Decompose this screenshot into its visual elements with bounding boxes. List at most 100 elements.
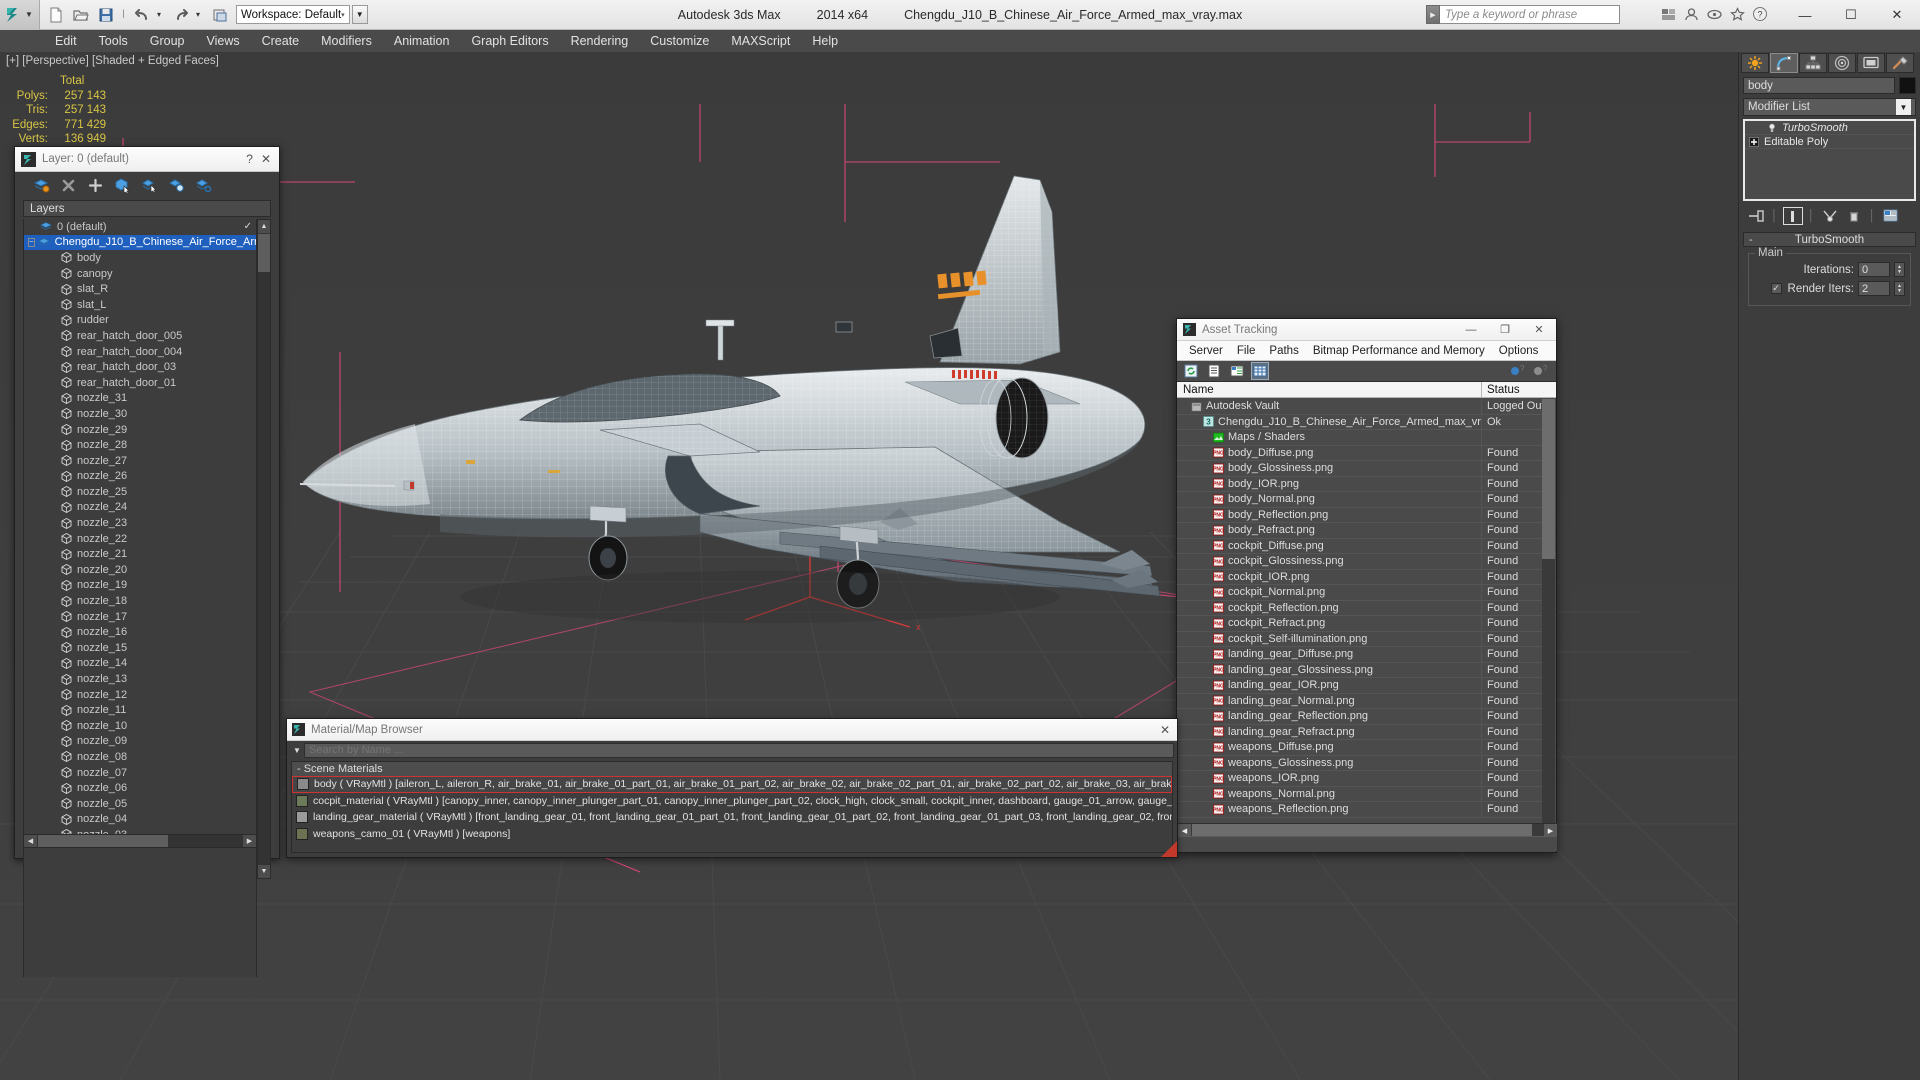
layer-object-row[interactable]: nozzle_10 xyxy=(24,718,256,734)
sign-in-icon[interactable] xyxy=(1681,4,1701,24)
asset-row-name[interactable]: PNG cockpit_Reflection.png xyxy=(1177,600,1482,616)
asset-row[interactable]: PNG weapons_Diffuse.png Found xyxy=(1177,739,1556,756)
new-file-button[interactable] xyxy=(45,4,67,26)
layer-object-row[interactable]: nozzle_25 xyxy=(24,484,256,500)
material-browser-close-button[interactable]: ✕ xyxy=(1160,723,1177,737)
asset-row-name[interactable]: Autodesk Vault xyxy=(1177,399,1482,414)
layer-object-row[interactable]: rudder xyxy=(24,313,256,329)
asset-row-name[interactable]: PNG landing_gear_Glossiness.png xyxy=(1177,662,1482,678)
asset-row[interactable]: Maps / Shaders xyxy=(1177,429,1556,446)
motion-tab[interactable] xyxy=(1828,53,1856,73)
project-folder-button[interactable] xyxy=(209,4,231,26)
layer-list[interactable]: 0 (default) ✓ − Chengdu_J10_B_Chinese_Air_F… xyxy=(23,219,257,977)
asset-row-name[interactable]: PNG weapons_Reflection.png xyxy=(1177,801,1482,817)
layer-object-row[interactable]: nozzle_09 xyxy=(24,734,256,750)
asset-row-name[interactable]: PNG cockpit_Refract.png xyxy=(1177,615,1482,631)
asset-row[interactable]: PNG weapons_Normal.png Found xyxy=(1177,786,1556,802)
asset-menu-paths[interactable]: Paths xyxy=(1262,344,1305,358)
delete-layer-icon[interactable] xyxy=(60,177,77,194)
material-list[interactable]: - Scene Materials body ( VRayMtl ) [aile… xyxy=(291,761,1173,853)
help-icon[interactable]: ? xyxy=(1750,4,1770,24)
search-dropdown-icon[interactable]: ▶ xyxy=(1426,5,1440,24)
material-row[interactable]: body ( VRayMtl ) [aileron_L, aileron_R, … xyxy=(292,776,1172,793)
layer-object-row[interactable]: nozzle_05 xyxy=(24,796,256,812)
add-server-icon[interactable]: ? xyxy=(1509,363,1525,379)
command-panel[interactable]: body Modifier List ▼ TurboSmooth Editable… xyxy=(1738,52,1920,1080)
create-tab[interactable] xyxy=(1741,53,1769,73)
layer-manager-dialog[interactable]: Layer: 0 (default) ? ✕ Layers 0 (default… xyxy=(14,146,280,977)
hierarchy-tab[interactable] xyxy=(1799,53,1827,73)
scroll-left-arrow-icon[interactable]: ◀ xyxy=(24,835,37,847)
menu-item-views[interactable]: Views xyxy=(195,32,250,50)
pin-stack-icon[interactable] xyxy=(1747,208,1765,224)
asset-row[interactable]: PNG landing_gear_Diffuse.png Found xyxy=(1177,646,1556,663)
layer-object-row[interactable]: nozzle_16 xyxy=(24,624,256,640)
layer-row[interactable]: 0 (default) ✓ xyxy=(24,219,256,235)
asset-row-name[interactable]: PNG landing_gear_Refract.png xyxy=(1177,724,1482,740)
material-row[interactable]: weapons_camo_01 ( VRayMtl ) [weapons] xyxy=(292,826,1172,843)
detail-view-icon[interactable] xyxy=(1229,363,1245,379)
asset-row[interactable]: 3 Chengdu_J10_B_Chinese_Air_Force_Armed_m… xyxy=(1177,414,1556,430)
object-color-swatch[interactable] xyxy=(1899,77,1916,94)
layer-list-horizontal-scrollbar[interactable]: ◀ ▶ xyxy=(23,834,257,848)
asset-vertical-scrollbar[interactable] xyxy=(1542,399,1555,839)
menu-item-maxscript[interactable]: MAXScript xyxy=(720,32,801,50)
asset-row[interactable]: PNG cockpit_Glossiness.png Found xyxy=(1177,553,1556,570)
layer-object-row[interactable]: body xyxy=(24,250,256,266)
menu-item-rendering[interactable]: Rendering xyxy=(560,32,640,50)
modifier-stack[interactable]: TurboSmooth Editable Poly xyxy=(1743,119,1916,201)
save-file-button[interactable] xyxy=(95,4,117,26)
undo-dropdown-icon[interactable]: ▾ xyxy=(157,10,167,19)
layer-dialog-close-button[interactable]: ✕ xyxy=(261,152,273,166)
menu-item-graph-editors[interactable]: Graph Editors xyxy=(460,32,559,50)
resize-grip[interactable] xyxy=(1161,841,1177,857)
asset-row-name[interactable]: Maps / Shaders xyxy=(1177,429,1482,445)
search-box[interactable]: ▶ Type a keyword or phrase xyxy=(1426,5,1620,24)
layer-object-row[interactable]: nozzle_20 xyxy=(24,562,256,578)
asset-row[interactable]: PNG landing_gear_IOR.png Found xyxy=(1177,677,1556,694)
layer-object-row[interactable]: slat_R xyxy=(24,281,256,297)
add-selection-to-layer-icon[interactable] xyxy=(87,177,104,194)
layer-object-row[interactable]: nozzle_07 xyxy=(24,765,256,781)
scroll-down-arrow-icon[interactable]: ▼ xyxy=(258,865,270,878)
asset-row[interactable]: PNG cockpit_Reflection.png Found xyxy=(1177,600,1556,616)
asset-row[interactable]: PNG landing_gear_Refract.png Found xyxy=(1177,724,1556,740)
layer-object-row[interactable]: nozzle_15 xyxy=(24,640,256,656)
asset-row[interactable]: PNG body_Glossiness.png Found xyxy=(1177,460,1556,477)
show-end-result-icon[interactable] xyxy=(1782,207,1803,225)
layer-properties-icon[interactable] xyxy=(195,177,212,194)
asset-row[interactable]: PNG body_Diffuse.png Found xyxy=(1177,445,1556,461)
layer-object-row[interactable]: nozzle_29 xyxy=(24,422,256,438)
scroll-right-arrow-icon[interactable]: ▶ xyxy=(243,835,256,847)
asset-row-name[interactable]: PNG landing_gear_Reflection.png xyxy=(1177,708,1482,724)
modifier-stack-item[interactable]: Editable Poly xyxy=(1745,135,1914,149)
asset-maximize-button[interactable]: ❐ xyxy=(1488,319,1522,341)
asset-table-body[interactable]: Autodesk Vault Logged Out 3 Chengdu_J10_B_C… xyxy=(1177,399,1556,839)
redo-dropdown-icon[interactable]: ▾ xyxy=(196,10,206,19)
remove-modifier-icon[interactable] xyxy=(1845,208,1863,224)
asset-row-name[interactable]: PNG weapons_Normal.png xyxy=(1177,786,1482,802)
list-view-icon[interactable] xyxy=(1206,363,1222,379)
parameter-value-field[interactable]: 2 xyxy=(1858,281,1890,296)
layer-object-row[interactable]: rear_hatch_door_03 xyxy=(24,359,256,375)
asset-row-name[interactable]: PNG body_IOR.png xyxy=(1177,476,1482,492)
configure-modifier-sets-icon[interactable] xyxy=(1882,208,1900,224)
asset-row-name[interactable]: PNG body_Reflection.png xyxy=(1177,507,1482,523)
asset-row[interactable]: PNG cockpit_Normal.png Found xyxy=(1177,584,1556,601)
asset-row-name[interactable]: PNG body_Glossiness.png xyxy=(1177,460,1482,476)
asset-row-name[interactable]: 3 Chengdu_J10_B_Chinese_Air_Force_Armed_m… xyxy=(1177,414,1482,430)
layer-list-vertical-scrollbar[interactable]: ▲ ▼ xyxy=(257,219,271,879)
asset-row[interactable]: PNG cockpit_Self-illumination.png Found xyxy=(1177,631,1556,647)
asset-menu-options[interactable]: Options xyxy=(1492,344,1546,358)
asset-row[interactable]: PNG body_Reflection.png Found xyxy=(1177,507,1556,523)
layer-dialog-help-button[interactable]: ? xyxy=(246,152,261,166)
layer-object-row[interactable]: nozzle_19 xyxy=(24,578,256,594)
maximize-button[interactable]: ☐ xyxy=(1828,0,1874,30)
workspace-selector[interactable]: Workspace: Default ▾ xyxy=(236,5,350,24)
asset-row-name[interactable]: PNG cockpit_IOR.png xyxy=(1177,569,1482,585)
favorites-star-icon[interactable] xyxy=(1727,4,1747,24)
asset-row[interactable]: PNG body_IOR.png Found xyxy=(1177,476,1556,492)
material-search-input[interactable] xyxy=(304,742,1174,758)
layer-object-row[interactable]: nozzle_30 xyxy=(24,406,256,422)
layer-object-row[interactable]: nozzle_12 xyxy=(24,687,256,703)
